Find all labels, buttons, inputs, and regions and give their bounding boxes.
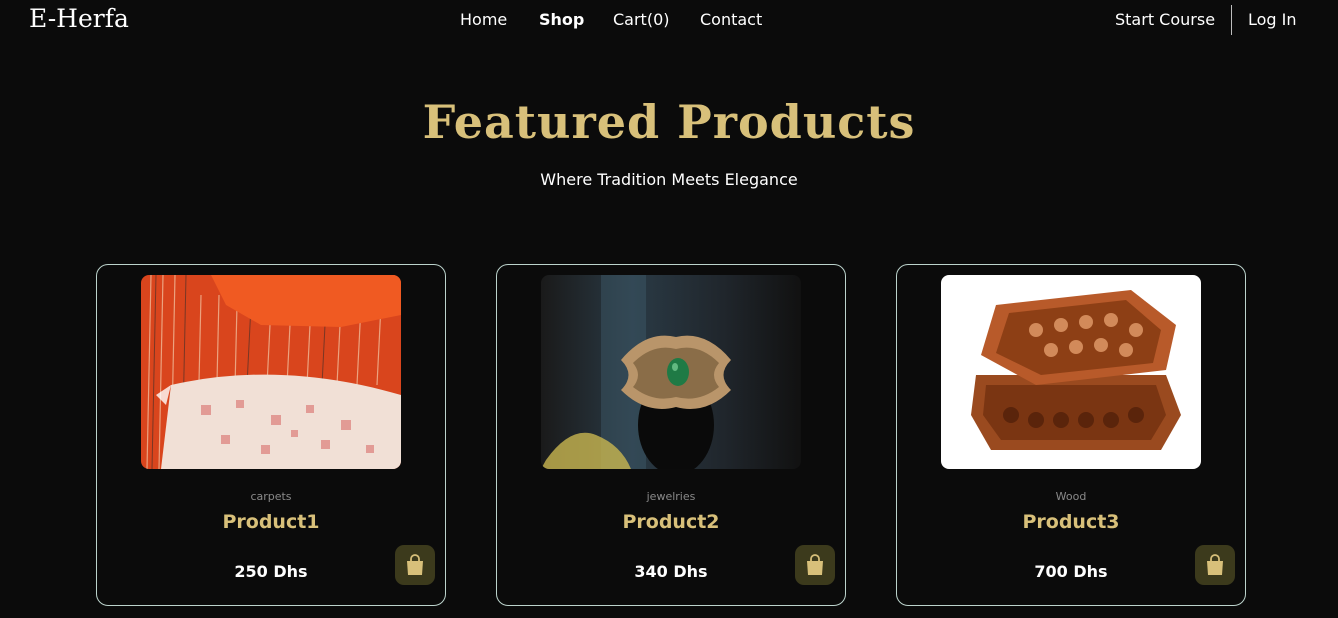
product-price: 700 Dhs (1034, 562, 1108, 581)
product-name[interactable]: Product1 (97, 511, 445, 533)
start-course-link[interactable]: Start Course (1115, 10, 1215, 29)
product-image-carpet[interactable] (141, 275, 401, 469)
login-link[interactable]: Log In (1248, 10, 1297, 29)
product-image-wood-box[interactable] (941, 275, 1201, 469)
shopping-bag-icon (407, 554, 423, 575)
nav-cart-link[interactable]: Cart(0) (613, 10, 670, 29)
nav-contact-link[interactable]: Contact (700, 10, 762, 29)
site-logo[interactable]: E-Herfa (29, 4, 129, 33)
product-price: 250 Dhs (234, 562, 308, 581)
nav-shop-link[interactable]: Shop (539, 10, 584, 29)
add-to-cart-button[interactable] (1195, 545, 1235, 585)
product-name[interactable]: Product3 (897, 511, 1245, 533)
page-subtitle: Where Tradition Meets Elegance (540, 170, 798, 189)
nav-divider (1231, 5, 1232, 35)
shopping-bag-icon (1207, 554, 1223, 575)
shopping-bag-icon (807, 554, 823, 575)
nav-home-link[interactable]: Home (460, 10, 507, 29)
product-card[interactable]: carpets Product1 250 Dhs (96, 264, 446, 606)
product-category: Wood (1055, 490, 1087, 503)
product-image-jewelry[interactable] (541, 275, 801, 469)
product-price: 340 Dhs (634, 562, 708, 581)
add-to-cart-button[interactable] (795, 545, 835, 585)
product-category: carpets (250, 490, 292, 503)
product-card[interactable]: Wood Product3 700 Dhs (896, 264, 1246, 606)
add-to-cart-button[interactable] (395, 545, 435, 585)
product-card[interactable]: jewelries Product2 340 Dhs (496, 264, 846, 606)
product-name[interactable]: Product2 (497, 511, 845, 533)
product-category: jewelries (646, 490, 696, 503)
top-navigation: E-Herfa Home Shop Cart(0) Contact Start … (0, 0, 1338, 42)
page-title: Featured Products (422, 95, 916, 149)
